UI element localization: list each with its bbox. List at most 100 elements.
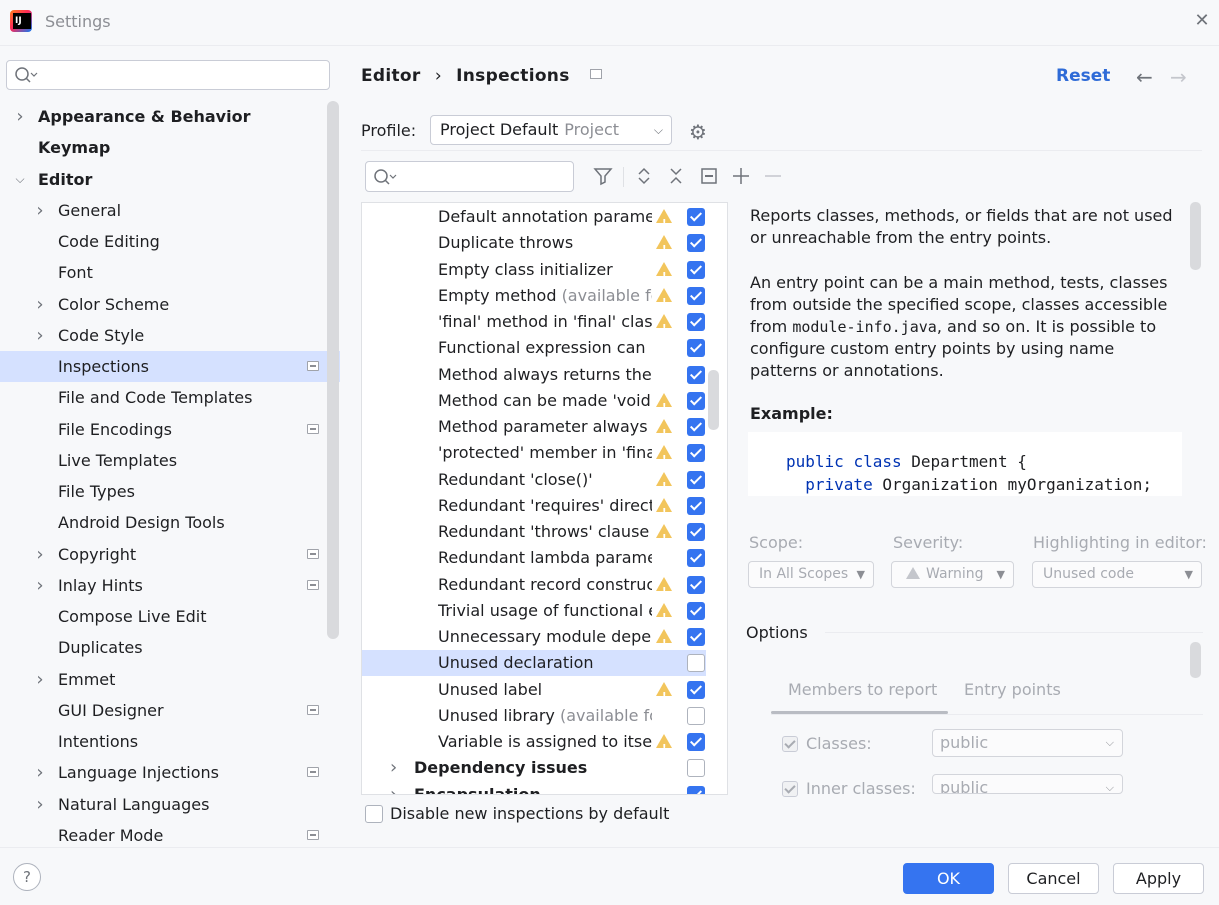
inspection-row[interactable]: Method parameter always h [362,414,706,447]
chevron-right-icon[interactable]: › [34,195,46,226]
inspection-enabled-checkbox[interactable] [687,628,705,646]
inspection-row[interactable]: Method always returns the s [362,362,706,388]
inspection-enabled-checkbox[interactable] [687,575,705,594]
forward-arrow-icon[interactable]: → [1170,65,1187,89]
filter-icon[interactable] [592,165,614,187]
classes-dropdown[interactable]: public ⌵ [932,729,1123,757]
sidebar-item-compose-live-edit[interactable]: Compose Live Edit [0,601,340,632]
inspection-row[interactable]: Trivial usage of functional e [362,598,706,631]
inspection-enabled-checkbox[interactable] [687,391,705,410]
sidebar-item-code-editing[interactable]: Code Editing [0,226,340,257]
sidebar-item-file-types[interactable]: File Types [0,476,340,507]
sidebar-item-general[interactable]: › General [0,195,340,226]
remove-icon[interactable] [762,165,784,187]
sidebar-item-font[interactable]: Font [0,257,340,288]
breadcrumb-editor[interactable]: Editor [361,66,421,86]
scope-dropdown[interactable]: In All Scopes ▼ [748,561,874,588]
inspections-scrollbar[interactable] [708,370,719,430]
inspection-row[interactable]: Empty class initializer [362,257,706,290]
inspection-enabled-checkbox[interactable] [687,733,705,751]
group-enabled-checkbox[interactable] [687,785,705,794]
inspection-row[interactable]: Redundant record construct [362,572,706,605]
chevron-right-icon[interactable]: › [34,539,46,570]
inspection-group-row[interactable]: › Dependency issues [362,755,706,781]
inspection-row[interactable]: Variable is assigned to itsel [362,729,706,762]
chevron-down-icon[interactable]: ⌵ [14,164,26,195]
disable-new-inspections-checkbox[interactable] [365,805,383,823]
inspection-row[interactable]: Redundant 'close()' [362,467,706,500]
chevron-right-icon[interactable]: › [34,570,46,601]
tab-members-to-report[interactable]: Members to report [788,680,937,699]
sidebar-item-editor[interactable]: ⌵ Editor [0,164,340,195]
reset-link[interactable]: Reset [1056,66,1110,86]
reset-to-default-icon[interactable] [698,165,720,187]
inspection-enabled-checkbox[interactable] [687,523,705,541]
inspection-row[interactable]: Unused library (available for [362,703,706,729]
sidebar-item-emmet[interactable]: › Emmet [0,664,340,695]
inspection-enabled-checkbox[interactable] [687,234,705,253]
chevron-right-icon[interactable]: › [34,789,46,820]
inspection-group-row[interactable]: › Encapsulation [362,782,706,795]
sidebar-item-color-scheme[interactable]: › Color Scheme [0,289,340,320]
chevron-right-icon[interactable]: › [390,782,397,795]
inspection-enabled-checkbox[interactable] [687,339,705,358]
sidebar-item-intentions[interactable]: Intentions [0,726,340,757]
sidebar-item-gui-designer[interactable]: GUI Designer [0,695,340,726]
inspection-enabled-checkbox[interactable] [687,260,705,279]
tab-entry-points[interactable]: Entry points [964,680,1061,699]
inspection-row[interactable]: Empty method (available for [362,283,706,316]
sidebar-item-language-injections[interactable]: › Language Injections [0,757,340,788]
inspection-row[interactable]: Unnecessary module depen [362,624,706,657]
inspections-search-input[interactable] [365,161,574,192]
inspection-enabled-checkbox[interactable] [687,286,705,305]
highlighting-dropdown[interactable]: Unused code ▼ [1032,561,1202,588]
options-scrollbar[interactable] [1190,642,1201,678]
inspection-enabled-checkbox[interactable] [687,654,705,673]
sidebar-item-copyright[interactable]: › Copyright [0,539,340,570]
sidebar-item-keymap[interactable]: Keymap [0,132,340,163]
inspection-row[interactable]: Default annotation paramete [362,204,706,237]
chevron-right-icon[interactable]: › [390,755,397,781]
severity-dropdown[interactable]: Warning ▼ [891,561,1014,588]
inspection-row[interactable]: Unused label [362,677,706,710]
inspection-row[interactable]: Redundant 'requires' directiv [362,493,706,526]
inspection-enabled-checkbox[interactable] [687,313,705,331]
inspection-enabled-checkbox[interactable] [687,208,705,226]
inspection-enabled-checkbox[interactable] [687,418,705,436]
inspection-enabled-checkbox[interactable] [687,496,705,515]
collapse-all-icon[interactable] [665,165,687,187]
chevron-right-icon[interactable]: › [34,320,46,351]
settings-search-input[interactable] [6,60,330,90]
sidebar-item-inlay-hints[interactable]: › Inlay Hints [0,570,340,601]
inspection-enabled-checkbox[interactable] [687,706,705,725]
inspection-enabled-checkbox[interactable] [687,680,705,699]
sidebar-item-duplicates[interactable]: Duplicates [0,632,340,663]
inner-classes-checkbox[interactable] [782,781,798,797]
expand-all-icon[interactable] [633,165,655,187]
chevron-right-icon[interactable]: › [14,101,26,132]
cancel-button[interactable]: Cancel [1008,863,1099,894]
inspection-enabled-checkbox[interactable] [687,470,705,489]
gear-icon[interactable]: ⚙ [689,120,707,144]
inner-classes-dropdown[interactable]: public ⌵ [932,774,1123,794]
description-scrollbar[interactable] [1190,202,1201,270]
add-icon[interactable] [730,165,752,187]
sidebar-item-code-style[interactable]: › Code Style [0,320,340,351]
classes-checkbox[interactable] [782,736,798,752]
sidebar-item-android-design-tools[interactable]: Android Design Tools [0,507,340,538]
group-enabled-checkbox[interactable] [687,759,705,778]
inspection-enabled-checkbox[interactable] [687,444,705,463]
inspection-row[interactable]: Functional expression can b [362,335,706,361]
inspection-row[interactable]: Redundant 'throws' clause [362,519,706,552]
chevron-right-icon[interactable]: › [34,289,46,320]
close-icon[interactable]: ✕ [1192,10,1212,32]
inspection-row[interactable]: 'final' method in 'final' class [362,309,706,342]
inspection-enabled-checkbox[interactable] [687,549,705,568]
sidebar-item-file-encodings[interactable]: File Encodings [0,414,340,445]
inspection-row[interactable]: Redundant lambda paramete [362,545,706,571]
chevron-right-icon[interactable]: › [34,664,46,695]
inspection-row[interactable]: Unused declaration [362,650,706,677]
profile-dropdown[interactable]: Project Default Project ⌵ [430,115,672,145]
inspection-enabled-checkbox[interactable] [687,365,705,384]
sidebar-item-appearance-behavior[interactable]: › Appearance & Behavior [0,101,340,132]
